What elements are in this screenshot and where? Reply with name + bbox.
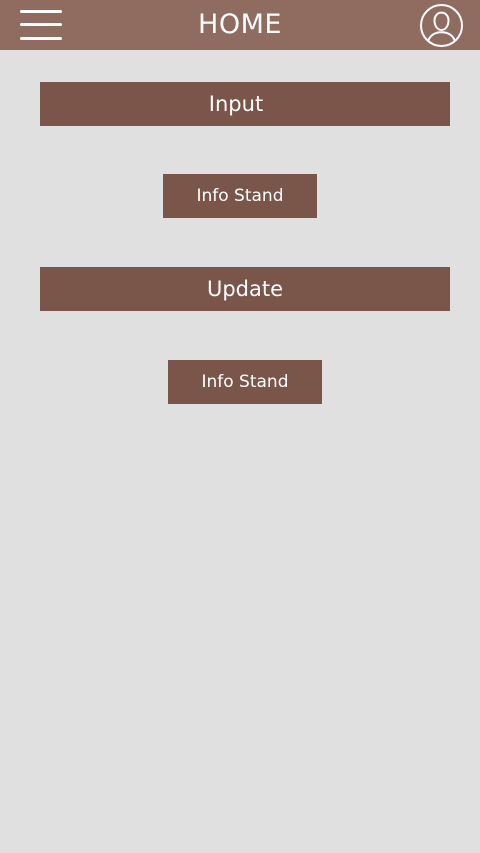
app-bar: HOME [0,0,480,50]
profile-icon[interactable] [419,3,464,48]
page-title: HOME [198,9,282,40]
input-info-stand-button[interactable]: Info Stand [163,174,317,218]
menu-icon[interactable] [20,10,62,41]
input-section-header[interactable]: Input [40,82,450,126]
menu-icon-line [20,37,62,40]
update-section-label: Update [206,277,284,301]
menu-icon-line [20,23,62,26]
profile-icon-svg [420,4,463,47]
menu-icon-line [20,10,62,13]
update-section-header[interactable]: Update [40,267,450,311]
update-info-stand-button[interactable]: Info Stand [168,360,322,404]
input-section-label: Input [208,92,264,116]
